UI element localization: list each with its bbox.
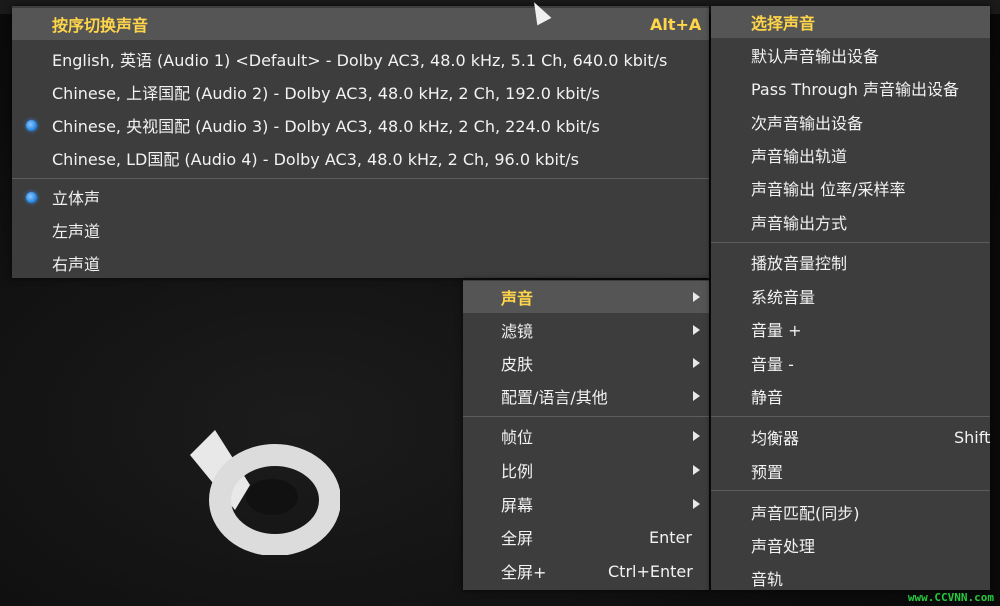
sound-item[interactable]: 静音 bbox=[711, 380, 990, 412]
sound-item-label: 音量 + bbox=[751, 321, 802, 340]
context-item-label: 屏幕 bbox=[501, 496, 534, 515]
channel-label: 右声道 bbox=[52, 255, 101, 274]
sound-item[interactable]: 默认声音输出设备 bbox=[711, 39, 990, 71]
context-item-label: 滤镜 bbox=[501, 322, 534, 341]
audio-track-item[interactable]: Chinese, 央视国配 (Audio 3) - Dolby AC3, 48.… bbox=[12, 109, 709, 141]
submenu-arrow-icon bbox=[693, 431, 700, 441]
sound-item-label: 次声音输出设备 bbox=[751, 114, 864, 133]
context-item-filters[interactable]: 滤镜 bbox=[463, 314, 709, 346]
sound-item[interactable]: 音量 + bbox=[711, 313, 990, 345]
sound-item-label: 默认声音输出设备 bbox=[751, 47, 880, 66]
menu-divider bbox=[12, 178, 709, 179]
context-item-screen[interactable]: 屏幕 bbox=[463, 488, 709, 520]
sound-item-label: 音轨 bbox=[751, 570, 784, 589]
audio-track-label: Chinese, 央视国配 (Audio 3) - Dolby AC3, 48.… bbox=[52, 117, 600, 136]
audio-track-item[interactable]: English, 英语 (Audio 1) <Default> - Dolby … bbox=[12, 43, 709, 75]
menu-divider bbox=[463, 416, 709, 417]
submenu-arrow-icon bbox=[693, 391, 700, 401]
radio-selected-icon bbox=[26, 120, 37, 131]
context-item-sound[interactable]: 声音 bbox=[463, 281, 709, 313]
context-item-label: 全屏+ bbox=[501, 563, 547, 582]
context-item-label: 声音 bbox=[501, 289, 534, 308]
sound-item[interactable]: 声音输出方式 bbox=[711, 206, 990, 238]
watermark: www.CCVNN.com bbox=[907, 591, 994, 604]
channel-label: 左声道 bbox=[52, 222, 101, 241]
sound-item-label: 均衡器 bbox=[751, 429, 800, 448]
context-item-fullscreen[interactable]: 全屏 Enter bbox=[463, 521, 709, 553]
audio-track-label: Chinese, 上译国配 (Audio 2) - Dolby AC3, 48.… bbox=[52, 84, 600, 103]
audio-track-item[interactable]: Chinese, 上译国配 (Audio 2) - Dolby AC3, 48.… bbox=[12, 76, 709, 108]
sound-item[interactable]: 声音处理 bbox=[711, 529, 990, 561]
sound-item-label: 声音输出 位率/采样率 bbox=[751, 180, 906, 199]
sound-submenu: 选择声音 默认声音输出设备 Pass Through 声音输出设备 次声音输出设… bbox=[711, 6, 990, 590]
context-item-label: 全屏 bbox=[501, 529, 534, 548]
menu-divider bbox=[711, 490, 990, 491]
submenu-arrow-icon bbox=[693, 292, 700, 302]
sound-item[interactable]: 音量 - bbox=[711, 347, 990, 379]
context-item-skin[interactable]: 皮肤 bbox=[463, 347, 709, 379]
context-item-fullscreen-plus[interactable]: 全屏+ Ctrl+Enter bbox=[463, 555, 709, 587]
player-context-menu: 声音 滤镜 皮肤 配置/语言/其他 帧位 比例 屏幕 全屏 Enter 全屏+ … bbox=[463, 280, 709, 590]
context-item-label: 皮肤 bbox=[501, 355, 534, 374]
sound-item-label: 声音输出方式 bbox=[751, 214, 848, 233]
sound-item-equalizer[interactable]: 均衡器 Shift bbox=[711, 421, 990, 453]
shortcut-label: Ctrl+Enter bbox=[608, 561, 693, 581]
channel-item-left[interactable]: 左声道 bbox=[12, 214, 709, 246]
menu-divider bbox=[711, 242, 990, 243]
channel-item-right[interactable]: 右声道 bbox=[12, 247, 709, 279]
audio-track-label: English, 英语 (Audio 1) <Default> - Dolby … bbox=[52, 51, 668, 70]
sound-item-label: 声音匹配(同步) bbox=[751, 504, 860, 523]
submenu-arrow-icon bbox=[693, 358, 700, 368]
shortcut-label: Shift bbox=[954, 427, 991, 447]
submenu-arrow-icon bbox=[693, 465, 700, 475]
audio-track-label: Chinese, LD国配 (Audio 4) - Dolby AC3, 48.… bbox=[52, 150, 579, 169]
sound-item-select[interactable]: 选择声音 bbox=[711, 6, 990, 38]
sound-item[interactable]: 预置 bbox=[711, 455, 990, 487]
loading-spinner-icon bbox=[190, 430, 340, 555]
submenu-arrow-icon bbox=[693, 499, 700, 509]
context-item-ratio[interactable]: 比例 bbox=[463, 454, 709, 486]
context-item-label: 比例 bbox=[501, 462, 534, 481]
sound-item-label: 播放音量控制 bbox=[751, 254, 848, 273]
sound-item[interactable]: 声音匹配(同步) bbox=[711, 496, 990, 528]
sound-item[interactable]: Pass Through 声音输出设备 bbox=[711, 72, 990, 104]
channel-label: 立体声 bbox=[52, 189, 101, 208]
sound-item[interactable]: 音轨 bbox=[711, 562, 990, 594]
sound-item-label: 声音处理 bbox=[751, 537, 816, 556]
context-item-config[interactable]: 配置/语言/其他 bbox=[463, 380, 709, 412]
audio-track-menu: 按序切换声音 Alt+A English, 英语 (Audio 1) <Defa… bbox=[12, 6, 709, 278]
sound-item-label: 系统音量 bbox=[751, 288, 816, 307]
submenu-arrow-icon bbox=[693, 325, 700, 335]
context-item-label: 帧位 bbox=[501, 428, 534, 447]
sound-item[interactable]: 声音输出 位率/采样率 bbox=[711, 172, 990, 204]
sound-item[interactable]: 播放音量控制 bbox=[711, 246, 990, 278]
audio-track-item[interactable]: Chinese, LD国配 (Audio 4) - Dolby AC3, 48.… bbox=[12, 142, 709, 174]
shortcut-label: Enter bbox=[649, 527, 692, 547]
radio-selected-icon bbox=[26, 192, 37, 203]
sound-item-label: Pass Through 声音输出设备 bbox=[751, 80, 959, 99]
context-item-label: 配置/语言/其他 bbox=[501, 388, 608, 407]
menu-header-switch-audio[interactable]: 按序切换声音 Alt+A bbox=[12, 8, 709, 40]
context-item-frame[interactable]: 帧位 bbox=[463, 420, 709, 452]
channel-item-stereo[interactable]: 立体声 bbox=[12, 181, 709, 213]
sound-item-label: 音量 - bbox=[751, 355, 794, 374]
sound-item-label: 静音 bbox=[751, 388, 784, 407]
sound-item[interactable]: 系统音量 bbox=[711, 280, 990, 312]
sound-item[interactable]: 次声音输出设备 bbox=[711, 106, 990, 138]
sound-item[interactable]: 声音输出轨道 bbox=[711, 139, 990, 171]
sound-item-label: 预置 bbox=[751, 463, 784, 482]
menu-divider bbox=[711, 416, 990, 417]
sound-item-label: 声音输出轨道 bbox=[751, 147, 848, 166]
switch-audio-shortcut: Alt+A bbox=[650, 14, 702, 34]
switch-audio-label: 按序切换声音 bbox=[52, 16, 149, 35]
sound-item-label: 选择声音 bbox=[751, 14, 816, 33]
